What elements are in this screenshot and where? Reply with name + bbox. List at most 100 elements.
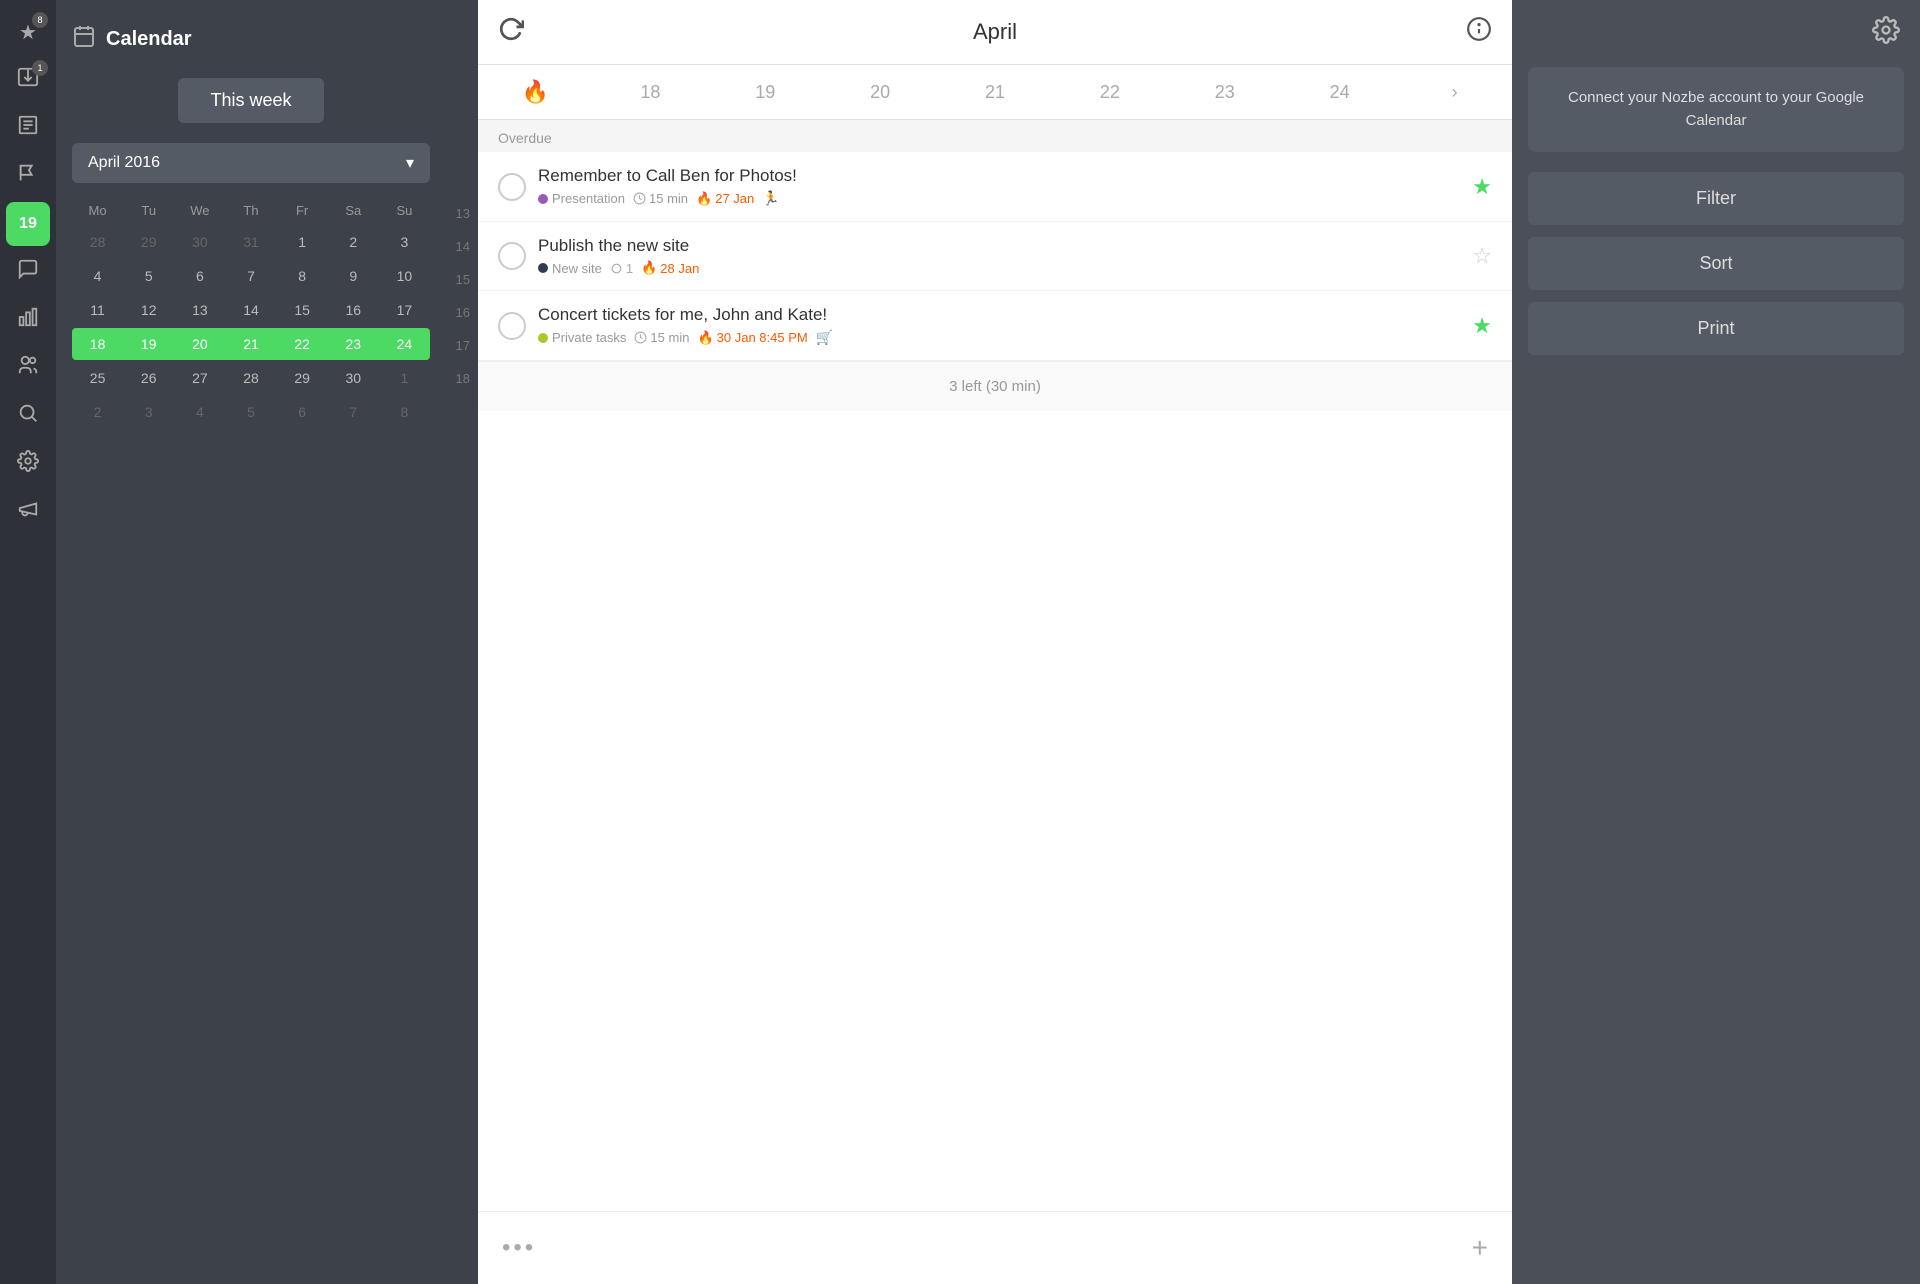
- cal-day[interactable]: 8: [277, 260, 328, 292]
- cal-day[interactable]: 4: [72, 260, 123, 292]
- connect-google-calendar-box[interactable]: Connect your Nozbe account to your Googl…: [1528, 67, 1904, 152]
- cal-day[interactable]: 28: [72, 226, 123, 258]
- cal-day[interactable]: 30: [328, 362, 379, 394]
- info-icon[interactable]: [1466, 16, 1492, 48]
- sidebar-item-calendar[interactable]: 19: [6, 202, 50, 246]
- cal-day-18[interactable]: 18: [72, 328, 123, 360]
- task-star-2[interactable]: ☆: [1472, 243, 1492, 269]
- task-title-1: Remember to Call Ben for Photos!: [538, 166, 1460, 186]
- sidebar-item-megaphone[interactable]: [6, 490, 50, 534]
- cal-day[interactable]: 8: [379, 396, 430, 428]
- project-name-2: New site: [552, 261, 602, 276]
- week-day-22[interactable]: 22: [1052, 68, 1167, 117]
- sidebar-item-notes[interactable]: [6, 106, 50, 150]
- cal-day[interactable]: 28: [225, 362, 276, 394]
- week-day-18[interactable]: 18: [593, 68, 708, 117]
- cal-day[interactable]: 7: [328, 396, 379, 428]
- sidebar-item-inbox[interactable]: 1: [6, 58, 50, 102]
- filter-button[interactable]: Filter: [1528, 172, 1904, 225]
- cal-day[interactable]: 27: [174, 362, 225, 394]
- week-day-19[interactable]: 19: [708, 68, 823, 117]
- cal-day-21[interactable]: 21: [225, 328, 276, 360]
- cal-day[interactable]: 2: [328, 226, 379, 258]
- cal-day[interactable]: 4: [174, 396, 225, 428]
- week-day-24[interactable]: 24: [1282, 68, 1397, 117]
- week-row-2: 4 5 6 7 8 9 10: [72, 260, 430, 292]
- sidebar-item-search[interactable]: [6, 394, 50, 438]
- cal-day[interactable]: 6: [174, 260, 225, 292]
- cal-day[interactable]: 12: [123, 294, 174, 326]
- cal-day[interactable]: 5: [225, 396, 276, 428]
- cal-day[interactable]: 2: [72, 396, 123, 428]
- cal-day[interactable]: 7: [225, 260, 276, 292]
- task-checkbox-1[interactable]: [498, 173, 526, 201]
- task-star-1[interactable]: ★: [1472, 174, 1492, 200]
- overdue-section: Overdue: [478, 120, 1512, 152]
- cal-day[interactable]: 14: [225, 294, 276, 326]
- task-item-2[interactable]: Publish the new site New site 1 🔥 28 Jan: [478, 222, 1512, 291]
- task-duration-3: 15 min: [650, 330, 689, 345]
- cal-day-24[interactable]: 24: [379, 328, 430, 360]
- cal-day[interactable]: 6: [277, 396, 328, 428]
- sidebar-item-star[interactable]: ★ 8: [6, 10, 50, 54]
- cal-day-19[interactable]: 19: [123, 328, 174, 360]
- cal-day[interactable]: 13: [174, 294, 225, 326]
- print-button[interactable]: Print: [1528, 302, 1904, 355]
- week-row-3: 11 12 13 14 15 16 17: [72, 294, 430, 326]
- task-due-3: 🔥 30 Jan 8:45 PM: [697, 330, 807, 346]
- task-title-2: Publish the new site: [538, 236, 1460, 256]
- cal-day[interactable]: 11: [72, 294, 123, 326]
- week-day-21[interactable]: 21: [938, 68, 1053, 117]
- month-selector[interactable]: April 2016 ▾: [72, 143, 430, 183]
- sidebar-item-flag[interactable]: [6, 154, 50, 198]
- calendar-header: April: [478, 0, 1512, 65]
- cal-day[interactable]: 9: [328, 260, 379, 292]
- chat-icon: [17, 258, 39, 286]
- sidebar-item-people[interactable]: [6, 346, 50, 390]
- task-item-1[interactable]: Remember to Call Ben for Photos! Present…: [478, 152, 1512, 222]
- cal-day[interactable]: 3: [379, 226, 430, 258]
- more-options-button[interactable]: •••: [502, 1234, 536, 1262]
- cal-day[interactable]: 16: [328, 294, 379, 326]
- cal-day[interactable]: 30: [174, 226, 225, 258]
- task-comments-2: 1: [610, 261, 633, 276]
- cal-day-22[interactable]: 22: [277, 328, 328, 360]
- task-project-2: New site: [538, 261, 602, 276]
- add-task-button[interactable]: +: [1472, 1232, 1488, 1264]
- task-checkbox-2[interactable]: [498, 242, 526, 270]
- cal-day[interactable]: 17: [379, 294, 430, 326]
- cal-day-20[interactable]: 20: [174, 328, 225, 360]
- cal-day[interactable]: 25: [72, 362, 123, 394]
- task-due-2: 🔥 28 Jan: [641, 260, 699, 276]
- fire-icon[interactable]: 🔥: [478, 65, 593, 119]
- cal-day-23[interactable]: 23: [328, 328, 379, 360]
- sidebar-item-chart[interactable]: [6, 298, 50, 342]
- cal-day[interactable]: 1: [277, 226, 328, 258]
- task-project-1: Presentation: [538, 191, 625, 206]
- week-day-23[interactable]: 23: [1167, 68, 1282, 117]
- cal-day[interactable]: 3: [123, 396, 174, 428]
- cal-day[interactable]: 31: [225, 226, 276, 258]
- next-week-button[interactable]: ›: [1397, 68, 1512, 117]
- cal-day[interactable]: 29: [277, 362, 328, 394]
- cal-day[interactable]: 10: [379, 260, 430, 292]
- cal-day[interactable]: 26: [123, 362, 174, 394]
- task-checkbox-3[interactable]: [498, 312, 526, 340]
- sidebar-item-settings[interactable]: [6, 442, 50, 486]
- week-day-20[interactable]: 20: [823, 68, 938, 117]
- task-meta-3: Private tasks 15 min 🔥 30 Jan 8:45 PM 🛒: [538, 329, 1460, 346]
- task-star-3[interactable]: ★: [1472, 313, 1492, 339]
- this-week-button[interactable]: This week: [178, 78, 323, 123]
- task-title-3: Concert tickets for me, John and Kate!: [538, 305, 1460, 325]
- sidebar-item-chat[interactable]: [6, 250, 50, 294]
- refresh-icon[interactable]: [498, 16, 524, 48]
- app-title: Calendar: [106, 28, 192, 51]
- cal-day[interactable]: 15: [277, 294, 328, 326]
- cal-day[interactable]: 1: [379, 362, 430, 394]
- cal-day[interactable]: 5: [123, 260, 174, 292]
- people-icon: [17, 354, 39, 382]
- cal-day[interactable]: 29: [123, 226, 174, 258]
- task-item-3[interactable]: Concert tickets for me, John and Kate! P…: [478, 291, 1512, 361]
- sort-button[interactable]: Sort: [1528, 237, 1904, 290]
- gear-icon[interactable]: [1872, 16, 1900, 51]
